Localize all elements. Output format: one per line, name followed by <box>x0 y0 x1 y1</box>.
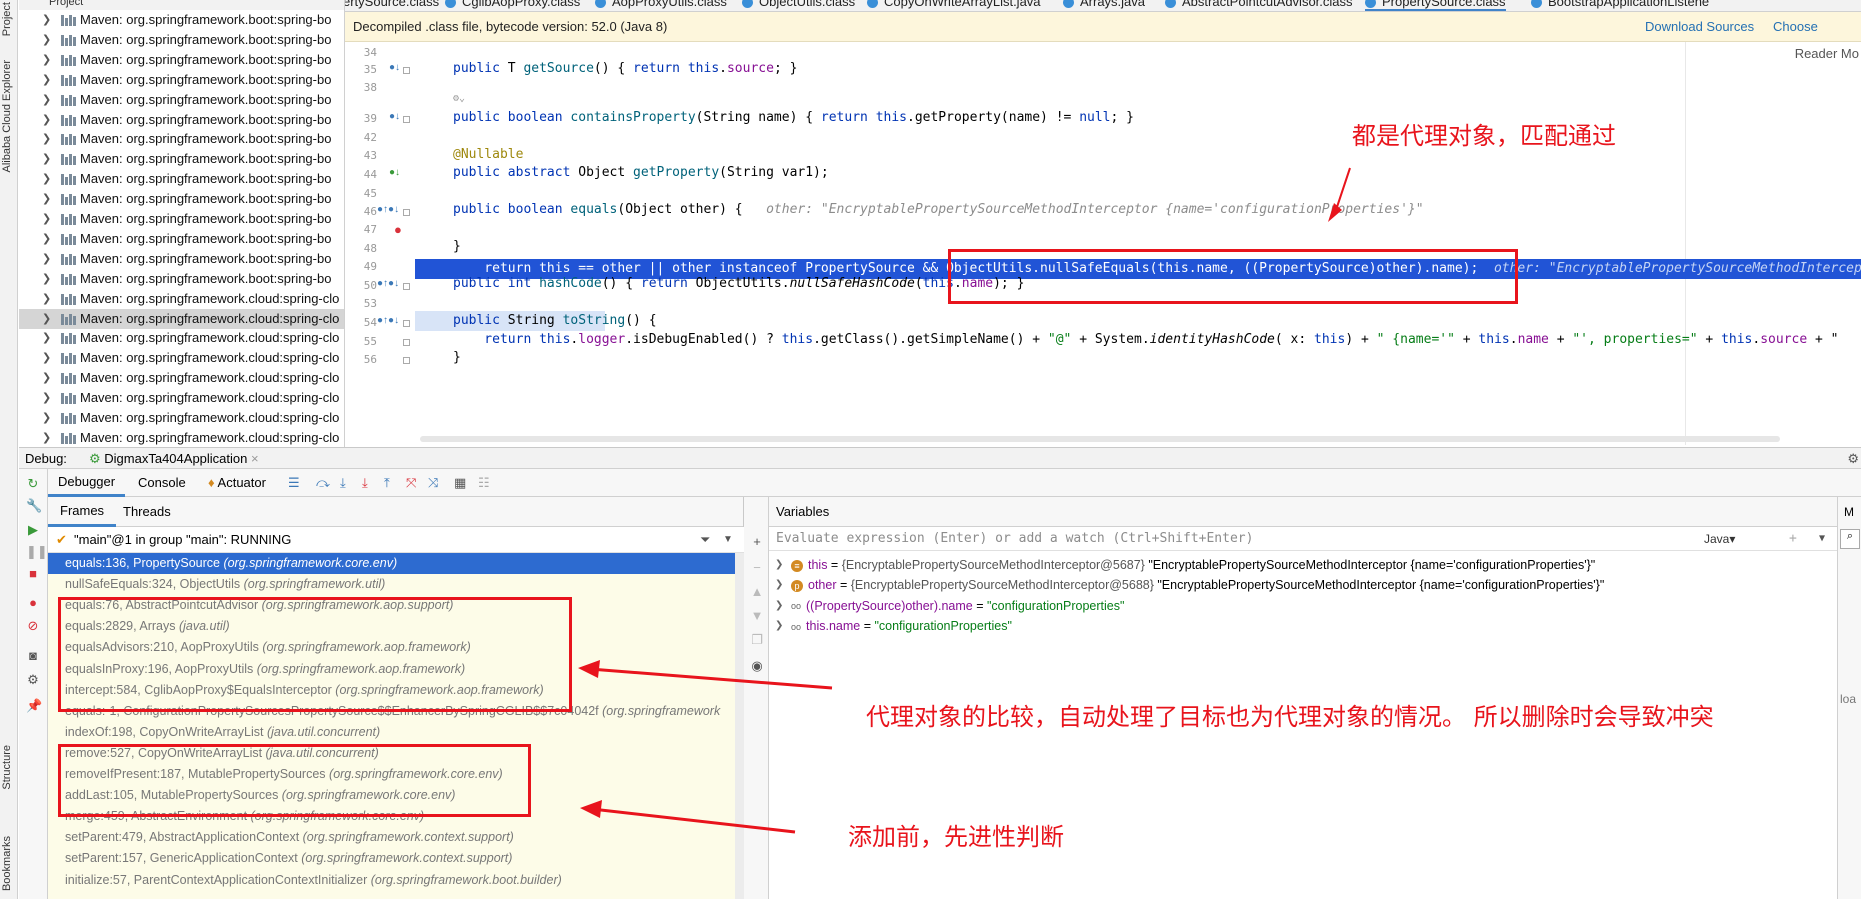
arrow-line <box>591 807 796 834</box>
arrow-line <box>589 667 833 690</box>
arrowhead <box>1328 203 1342 222</box>
arrow-line <box>1335 167 1351 211</box>
annotation-arrows <box>578 167 1351 834</box>
arrowhead <box>580 800 602 818</box>
arrowhead <box>578 660 600 678</box>
